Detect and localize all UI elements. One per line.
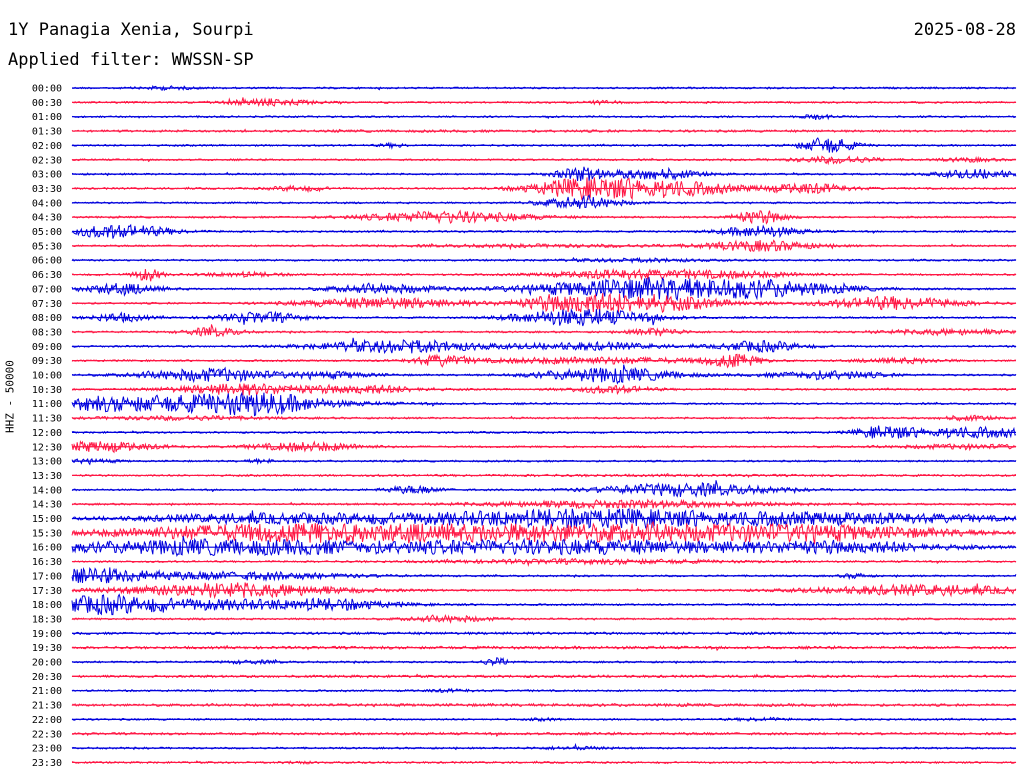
time-label: 13:30	[32, 471, 62, 482]
time-label: 08:00	[32, 313, 62, 324]
time-label: 19:00	[32, 629, 62, 640]
trace-0900	[71, 337, 1017, 355]
time-label: 20:00	[32, 658, 62, 669]
trace-0100	[71, 113, 1017, 121]
time-label: 12:30	[32, 442, 62, 453]
trace-0400	[71, 194, 1017, 209]
time-label: 15:00	[32, 514, 62, 525]
time-label: 09:00	[32, 342, 62, 353]
time-label: 00:00	[32, 84, 62, 95]
time-label: 07:30	[32, 299, 62, 310]
time-label: 18:00	[32, 600, 62, 611]
time-label: 23:30	[32, 758, 62, 769]
trace-2300	[71, 742, 1017, 751]
time-label: 23:00	[32, 744, 62, 755]
time-label: 05:00	[32, 227, 62, 238]
time-label: 11:30	[32, 414, 62, 425]
time-label: 03:30	[32, 184, 62, 195]
time-label: 01:30	[32, 127, 62, 138]
time-label: 10:00	[32, 371, 62, 382]
time-label-group: 00:00 00:30 01:00 01:30 02:00 02:30 03:00 03:30…	[32, 84, 62, 769]
time-label: 03:00	[32, 170, 62, 181]
time-label: 22:30	[32, 729, 62, 740]
time-label: 08:30	[32, 327, 62, 338]
time-label: 02:30	[32, 155, 62, 166]
time-label: 20:30	[32, 672, 62, 683]
time-label: 02:00	[32, 141, 62, 152]
trace-group	[71, 84, 1017, 765]
time-label: 04:30	[32, 213, 62, 224]
time-label: 10:30	[32, 385, 62, 396]
time-label: 18:30	[32, 614, 62, 625]
time-label: 07:00	[32, 284, 62, 295]
time-label: 17:30	[32, 586, 62, 597]
time-label: 00:30	[32, 98, 62, 109]
time-label: 13:00	[32, 457, 62, 468]
time-label: 06:00	[32, 256, 62, 267]
time-label: 21:30	[32, 701, 62, 712]
time-label: 17:00	[32, 571, 62, 582]
time-label: 11:00	[32, 399, 62, 410]
time-label: 05:30	[32, 241, 62, 252]
time-label: 01:00	[32, 112, 62, 123]
time-label: 15:30	[32, 528, 62, 539]
time-label: 12:00	[32, 428, 62, 439]
trace-0030	[72, 97, 1017, 108]
trace-1400	[71, 480, 1017, 498]
time-label: 06:30	[32, 270, 62, 281]
time-label: 21:00	[32, 686, 62, 697]
time-label: 09:30	[32, 356, 62, 367]
trace-1000	[71, 364, 1017, 385]
helicorder-plot: 00:00 00:30 01:00 01:30 02:00 02:30 03:00 03:30…	[32, 84, 1017, 769]
time-label: 04:00	[32, 198, 62, 209]
time-label: 14:30	[32, 500, 62, 511]
time-label: 19:30	[32, 643, 62, 654]
time-label: 16:00	[32, 543, 62, 554]
trace-0830	[71, 324, 1017, 338]
time-label: 22:00	[32, 715, 62, 726]
time-label: 14:00	[32, 485, 62, 496]
time-label: 16:30	[32, 557, 62, 568]
